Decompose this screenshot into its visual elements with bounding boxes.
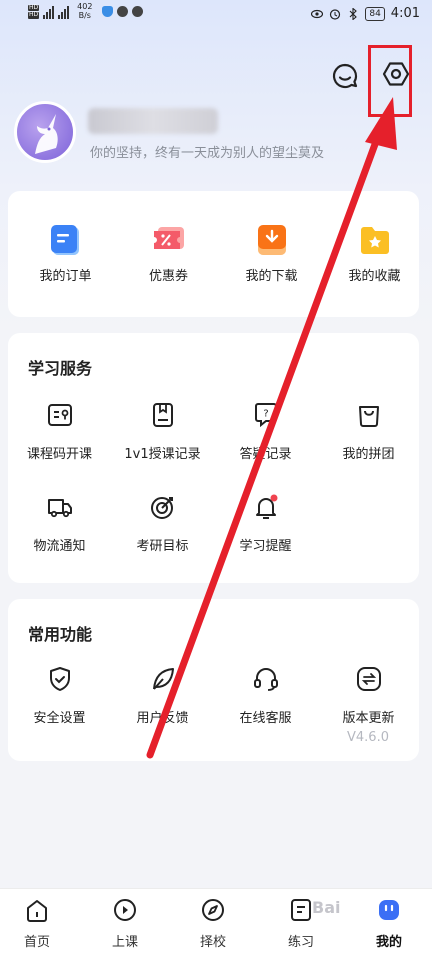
signal-icon-2 bbox=[58, 5, 70, 19]
my-favorites-item[interactable]: 我的收藏 bbox=[323, 223, 426, 284]
version-update-item[interactable]: 版本更新 bbox=[317, 665, 420, 726]
annotation-highlight-box bbox=[368, 45, 412, 117]
nav-schools-label: 择校 bbox=[199, 935, 226, 950]
nav-home[interactable]: 首页 bbox=[2, 897, 72, 950]
update-icon bbox=[356, 667, 381, 691]
target-icon bbox=[150, 497, 173, 519]
home-icon bbox=[27, 900, 47, 922]
coupon-icon bbox=[152, 223, 186, 257]
nav-classes[interactable]: 上课 bbox=[90, 897, 160, 950]
my-downloads-label: 我的下载 bbox=[245, 269, 298, 284]
net-speed: 402 B/s bbox=[77, 2, 92, 21]
delivery-notice-item[interactable]: 物流通知 bbox=[8, 493, 111, 554]
study-services-title: 学习服务 bbox=[28, 359, 93, 378]
quick-actions-card: 我的订单 优惠券 我的下载 我的收藏 bbox=[8, 191, 419, 317]
signal-icon bbox=[43, 5, 55, 19]
bottom-nav: 首页 上课 择校 练习 我的 bbox=[0, 888, 432, 953]
nav-profile[interactable]: 我的 bbox=[354, 897, 424, 950]
profile-icon bbox=[379, 900, 399, 920]
nav-practice-label: 练习 bbox=[287, 935, 314, 950]
watermark: Bai bbox=[312, 898, 341, 917]
course-code-icon bbox=[47, 404, 72, 426]
course-code-item[interactable]: 课程码开课 bbox=[8, 401, 111, 462]
alarm-icon bbox=[330, 8, 341, 20]
common-functions-card: 常用功能 安全设置 用户反馈 在线客服 版本更新 V4.6.0 bbox=[8, 599, 419, 761]
user-feedback-label: 用户反馈 bbox=[136, 711, 189, 726]
headset-icon bbox=[253, 668, 278, 691]
unicorn-icon bbox=[35, 114, 58, 154]
nav-profile-label: 我的 bbox=[375, 935, 402, 950]
security-settings-item[interactable]: 安全设置 bbox=[8, 665, 111, 726]
coupons-item[interactable]: 优惠券 bbox=[117, 223, 220, 284]
course-code-label: 课程码开课 bbox=[26, 447, 92, 462]
eye-icon bbox=[311, 9, 324, 18]
common-functions-title: 常用功能 bbox=[28, 625, 93, 644]
status-bar: HD HD 402 B/s 84 4:01 bbox=[0, 0, 432, 30]
favorite-folder-icon bbox=[358, 223, 392, 257]
delivery-truck-icon bbox=[47, 499, 72, 518]
play-icon bbox=[114, 899, 136, 921]
bluetooth-icon bbox=[349, 7, 358, 20]
chat-notify-icon bbox=[117, 6, 129, 18]
group-buy-icon bbox=[358, 406, 379, 427]
avatar[interactable] bbox=[14, 101, 76, 163]
practice-icon bbox=[291, 899, 311, 921]
security-settings-label: 安全设置 bbox=[33, 711, 86, 726]
message-icon bbox=[332, 63, 358, 89]
exam-target-label: 考研目标 bbox=[136, 539, 189, 554]
tutoring-record-label: 1v1授课记录 bbox=[124, 447, 201, 462]
nav-schools[interactable]: 择校 bbox=[178, 897, 248, 950]
qa-record-icon: ? bbox=[254, 403, 277, 428]
my-orders-item[interactable]: 我的订单 bbox=[14, 223, 117, 284]
tutoring-record-item[interactable]: 1v1授课记录 bbox=[111, 401, 214, 462]
message-button[interactable] bbox=[331, 62, 359, 90]
tutoring-record-icon bbox=[152, 403, 173, 427]
status-right: 84 4:01 bbox=[311, 6, 420, 21]
online-support-label: 在线客服 bbox=[239, 711, 292, 726]
bell-icon bbox=[255, 494, 277, 519]
my-favorites-label: 我的收藏 bbox=[348, 269, 401, 284]
version-update-label: 版本更新 bbox=[342, 711, 395, 726]
hd-indicator: HD HD bbox=[28, 3, 40, 19]
net-speed-unit: B/s bbox=[78, 10, 91, 20]
order-icon bbox=[49, 223, 83, 257]
qa-record-item[interactable]: ? 答疑记录 bbox=[214, 401, 317, 462]
shield-notify-icon bbox=[102, 6, 114, 18]
svg-text:?: ? bbox=[263, 409, 268, 420]
compass-icon bbox=[202, 899, 224, 921]
nav-home-label: 首页 bbox=[23, 935, 50, 950]
nav-classes-label: 上课 bbox=[111, 935, 138, 950]
study-reminder-item[interactable]: 学习提醒 bbox=[214, 493, 317, 554]
hd-badge-1: HD bbox=[28, 3, 40, 12]
feedback-leaf-icon bbox=[152, 668, 174, 690]
study-services-card: 学习服务 课程码开课 1v1授课记录 ? 答疑记录 我的拼团 物流通知 考研目标… bbox=[8, 333, 419, 583]
study-reminder-label: 学习提醒 bbox=[239, 539, 292, 554]
download-icon bbox=[255, 223, 289, 257]
notification-icons bbox=[102, 6, 144, 18]
hd-badge-2: HD bbox=[28, 11, 40, 19]
battery-indicator: 84 bbox=[365, 6, 385, 21]
group-buy-item[interactable]: 我的拼团 bbox=[317, 401, 420, 462]
coupons-label: 优惠券 bbox=[148, 269, 188, 284]
app-notify-icon bbox=[132, 6, 144, 18]
delivery-notice-label: 物流通知 bbox=[33, 539, 86, 554]
status-left: HD HD 402 B/s bbox=[28, 2, 144, 21]
status-time: 4:01 bbox=[390, 6, 420, 21]
group-buy-label: 我的拼团 bbox=[342, 447, 395, 462]
profile-motto: 你的坚持，终有一天成为别人的望尘莫及 bbox=[90, 146, 325, 161]
user-feedback-item[interactable]: 用户反馈 bbox=[111, 665, 214, 726]
my-downloads-item[interactable]: 我的下载 bbox=[220, 223, 323, 284]
username-blurred[interactable] bbox=[88, 108, 218, 134]
online-support-item[interactable]: 在线客服 bbox=[214, 665, 317, 726]
shield-icon bbox=[49, 667, 70, 691]
my-orders-label: 我的订单 bbox=[39, 269, 92, 284]
qa-record-label: 答疑记录 bbox=[239, 447, 292, 462]
exam-target-item[interactable]: 考研目标 bbox=[111, 493, 214, 554]
app-version: V4.6.0 bbox=[347, 730, 389, 745]
